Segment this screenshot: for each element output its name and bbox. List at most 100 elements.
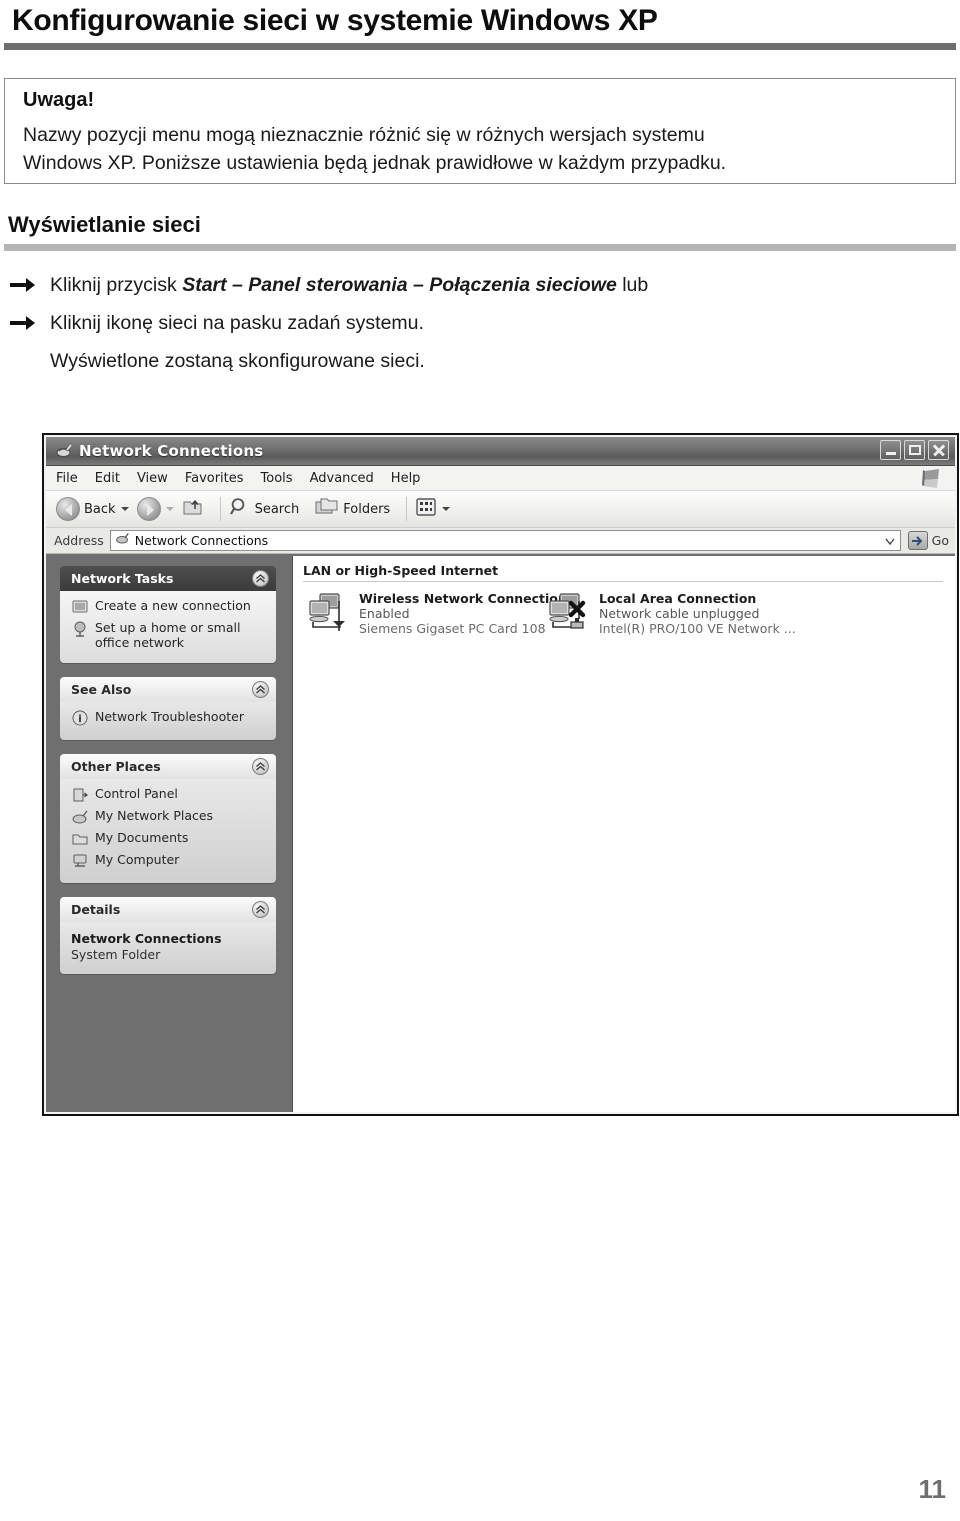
menu-item-file[interactable]: File	[56, 471, 78, 486]
search-icon	[229, 496, 251, 522]
sidebar-item-control-panel[interactable]: Control Panel	[71, 786, 268, 804]
window-controls	[880, 440, 949, 460]
panel-header[interactable]: Details	[60, 897, 276, 922]
connection-text: Wireless Network Connection Enabled Siem…	[359, 591, 567, 636]
go-label: Go	[931, 533, 949, 548]
window-toolbar: Back Search Folders	[46, 491, 955, 528]
step-2-text: Kliknij ikonę sieci na pasku zadań syste…	[50, 312, 424, 334]
panel-header[interactable]: Network Tasks	[60, 566, 276, 591]
sidebar-item-my-computer[interactable]: My Computer	[71, 852, 268, 870]
back-button[interactable]: Back	[56, 497, 129, 521]
up-folder-icon	[182, 496, 204, 522]
step-1-prefix: Kliknij przycisk	[50, 274, 183, 296]
step-note-row: Wyświetlone zostaną skonfigurowane sieci…	[8, 346, 948, 384]
menu-item-tools[interactable]: Tools	[261, 471, 293, 486]
connection-status: Enabled	[359, 606, 410, 621]
connection-name: Local Area Connection	[599, 591, 757, 606]
go-button[interactable]: Go	[907, 531, 949, 550]
chevron-up-icon[interactable]	[252, 570, 269, 587]
menu-item-advanced[interactable]: Advanced	[310, 471, 374, 486]
step-1-emphasis: Start – Panel sterowania – Połączenia si…	[182, 274, 617, 296]
menu-item-edit[interactable]: Edit	[95, 471, 120, 486]
chevron-down-icon[interactable]	[120, 507, 129, 511]
note-line-1: Nazwy pozycji menu mogą nieznacznie różn…	[23, 124, 705, 146]
sidebar-item-label: Create a new connection	[95, 598, 251, 613]
go-arrow-icon	[907, 531, 928, 550]
my-computer-icon	[71, 852, 89, 870]
page-title: Konfigurowanie sieci w systemie Windows …	[12, 4, 658, 37]
steps-list: Kliknij przycisk Start – Panel sterowani…	[8, 270, 948, 384]
panel-see-also: See Also Network Troubleshooter	[60, 677, 276, 740]
panel-other-places: Other Places Control Panel My Network Pl…	[60, 754, 276, 883]
panel-title: Network Tasks	[71, 571, 174, 586]
panel-body: Control Panel My Network Places My Docum…	[60, 779, 276, 883]
window-body: Network Tasks Create a new connection Se…	[46, 556, 955, 1112]
note-line-2: Windows XP. Poniższe ustawienia będą jed…	[23, 152, 727, 174]
sidebar-item-label: Network Troubleshooter	[95, 709, 244, 724]
views-button[interactable]	[415, 497, 451, 521]
step-1-text: Kliknij przycisk Start – Panel sterowani…	[50, 270, 648, 300]
chevron-down-icon[interactable]	[882, 533, 898, 549]
panel-header[interactable]: Other Places	[60, 754, 276, 779]
panel-network-tasks: Network Tasks Create a new connection Se…	[60, 566, 276, 663]
menu-item-favorites[interactable]: Favorites	[185, 471, 244, 486]
windows-flag-icon	[919, 467, 945, 490]
window-menubar: File Edit View Favorites Tools Advanced …	[46, 466, 955, 491]
panel-body: Create a new connection Set up a home or…	[60, 591, 276, 663]
sidebar-item-home-network[interactable]: Set up a home or small office network	[71, 620, 268, 650]
sidebar-item-label: My Documents	[95, 830, 189, 845]
panel-title: Other Places	[71, 759, 161, 774]
panel-body: Network Troubleshooter	[60, 702, 276, 740]
new-connection-icon	[71, 598, 89, 616]
my-documents-icon	[71, 830, 89, 848]
search-label: Search	[254, 501, 300, 517]
folders-icon	[315, 496, 339, 522]
title-divider	[4, 43, 956, 50]
menu-item-help[interactable]: Help	[391, 471, 421, 486]
control-panel-icon	[71, 786, 89, 804]
sidebar-item-create-connection[interactable]: Create a new connection	[71, 598, 268, 616]
chevron-up-icon[interactable]	[252, 758, 269, 775]
back-arrow-icon	[56, 497, 80, 521]
document-page: Konfigurowanie sieci w systemie Windows …	[0, 0, 960, 1521]
network-connections-icon	[55, 442, 73, 460]
folders-label: Folders	[343, 501, 391, 517]
forward-arrow-icon	[136, 497, 161, 521]
chevron-up-icon[interactable]	[252, 681, 269, 698]
connection-item-local-area[interactable]: Local Area Connection Network cable unpl…	[547, 591, 796, 636]
connection-text: Local Area Connection Network cable unpl…	[599, 591, 796, 636]
details-name: Network Connections	[71, 931, 222, 946]
connection-item-wireless[interactable]: Wireless Network Connection Enabled Siem…	[307, 591, 567, 636]
panel-header[interactable]: See Also	[60, 677, 276, 702]
address-input[interactable]: Network Connections	[109, 530, 901, 551]
folders-button[interactable]: Folders	[315, 496, 390, 522]
step-1-suffix: lub	[616, 274, 649, 296]
group-header-lan: LAN or High-Speed Internet	[303, 563, 943, 582]
chevron-down-icon	[165, 507, 174, 511]
up-button[interactable]	[182, 496, 204, 522]
connection-device: Siemens Gigaset PC Card 108	[359, 621, 546, 636]
sidebar-item-label: Set up a home or small office network	[95, 620, 241, 650]
minimize-icon[interactable]	[880, 440, 901, 460]
maximize-icon[interactable]	[904, 440, 925, 460]
views-icon	[415, 497, 437, 521]
search-button[interactable]: Search	[229, 496, 300, 522]
sidebar-item-my-documents[interactable]: My Documents	[71, 830, 268, 848]
sidebar-item-network-troubleshooter[interactable]: Network Troubleshooter	[71, 709, 268, 727]
chevron-down-icon[interactable]	[442, 507, 451, 511]
network-connections-icon	[115, 531, 130, 550]
explorer-sidebar: Network Tasks Create a new connection Se…	[46, 556, 292, 1112]
step-note-text: Wyświetlone zostaną skonfigurowane sieci…	[50, 350, 425, 372]
wireless-connection-icon	[307, 591, 351, 633]
connection-device: Intel(R) PRO/100 VE Network ...	[599, 621, 796, 636]
menu-item-view[interactable]: View	[137, 471, 168, 486]
sidebar-item-my-network-places[interactable]: My Network Places	[71, 808, 268, 826]
chevron-up-icon[interactable]	[252, 901, 269, 918]
section-heading: Wyświetlanie sieci	[8, 212, 201, 237]
panel-body: Network Connections System Folder	[60, 922, 276, 974]
toolbar-separator	[219, 497, 221, 521]
note-heading: Uwaga!	[23, 89, 95, 111]
close-icon[interactable]	[928, 440, 949, 460]
address-bar: Address Network Connections Go	[46, 528, 955, 554]
forward-button[interactable]	[136, 497, 174, 521]
